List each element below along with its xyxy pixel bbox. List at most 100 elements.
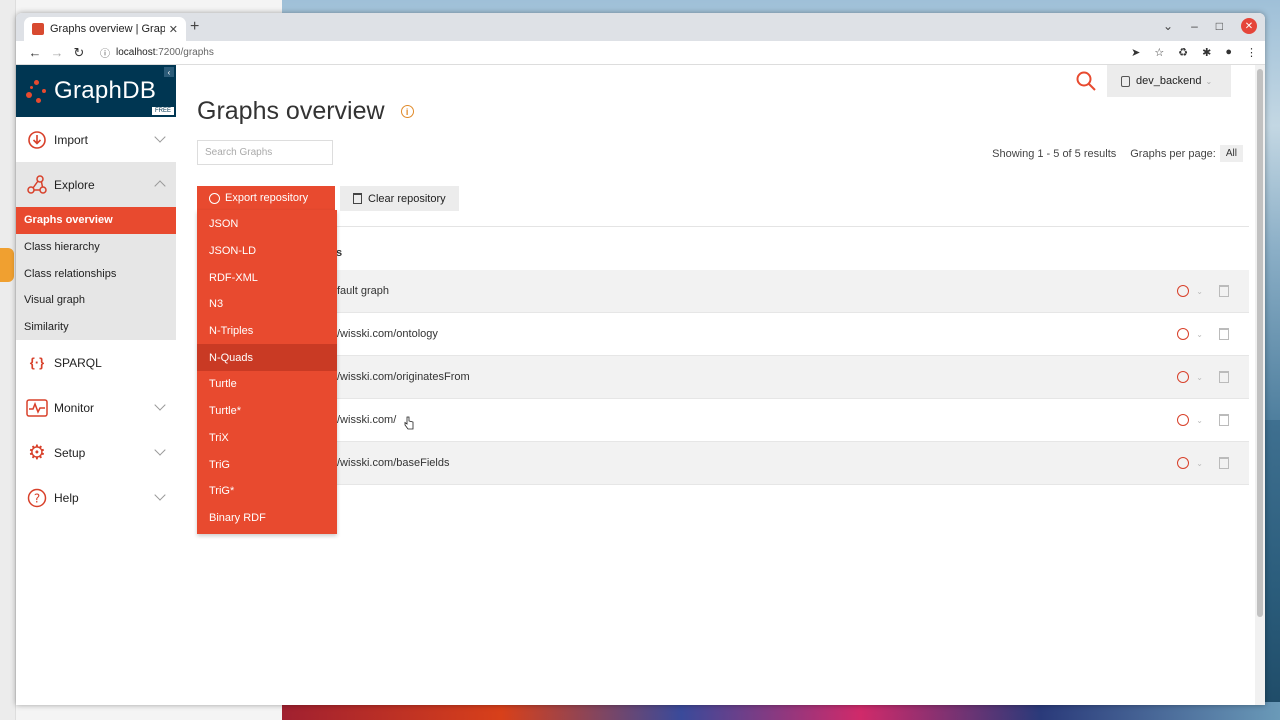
- table-row[interactable]: /wisski.com/originatesFrom ⌄: [197, 356, 1249, 399]
- search-icon[interactable]: [1075, 70, 1097, 92]
- export-graph-icon[interactable]: [1177, 285, 1189, 297]
- trash-icon[interactable]: [1219, 371, 1229, 383]
- graph-uri[interactable]: /wisski.com/originatesFrom: [337, 371, 470, 383]
- import-icon: [26, 129, 48, 151]
- repository-selector[interactable]: dev_backend ⌄: [1107, 65, 1231, 97]
- recycle-icon[interactable]: ♻: [1178, 46, 1188, 59]
- chevron-down-icon: [154, 399, 166, 412]
- menu-item-turtle-star[interactable]: Turtle*: [197, 398, 337, 425]
- trash-icon[interactable]: [1219, 328, 1229, 340]
- export-graph-icon[interactable]: [1177, 328, 1189, 340]
- menu-item-n-quads[interactable]: N-Quads: [197, 344, 337, 372]
- export-repository-button[interactable]: Export repository: [197, 186, 335, 210]
- chevron-down-icon: [154, 489, 166, 502]
- edition-badge: FREE: [151, 107, 174, 115]
- table-row[interactable]: /wisski.com/ ⌄: [197, 399, 1249, 442]
- url-path: :7200/graphs: [155, 47, 214, 58]
- sidebar-item-class-hierarchy[interactable]: Class hierarchy: [16, 234, 176, 261]
- per-page-select[interactable]: All: [1219, 145, 1243, 162]
- main-content: dev_backend ⌄ Graphs overview i Showing …: [176, 65, 1265, 705]
- send-icon[interactable]: ➤: [1131, 46, 1140, 59]
- new-tab-button[interactable]: +: [190, 18, 199, 36]
- page-scrollbar[interactable]: [1255, 65, 1265, 705]
- graph-uri[interactable]: fault graph: [337, 285, 389, 297]
- menu-help[interactable]: ? Help: [16, 475, 176, 521]
- chevron-down-icon[interactable]: ⌄: [1196, 416, 1203, 425]
- chevron-down-icon[interactable]: ⌄: [1196, 459, 1203, 468]
- export-graph-icon[interactable]: [1177, 414, 1189, 426]
- browser-toolbar: ← → ↻ ⓘ localhost:7200/graphs ➤ ☆ ♻ ✱ ● …: [16, 41, 1265, 65]
- menu-item-json[interactable]: JSON: [197, 211, 337, 238]
- graph-uri[interactable]: /wisski.com/baseFields: [337, 457, 449, 469]
- menu-item-json-ld[interactable]: JSON-LD: [197, 238, 337, 265]
- info-icon[interactable]: i: [400, 105, 414, 118]
- chevron-down-icon[interactable]: ⌄: [1196, 330, 1203, 339]
- sidebar-item-similarity[interactable]: Similarity: [16, 314, 176, 341]
- tab-search-icon[interactable]: ⌄: [1163, 19, 1173, 33]
- trash-icon: [353, 193, 362, 204]
- chevron-down-icon[interactable]: ⌄: [1196, 373, 1203, 382]
- clear-repository-button[interactable]: Clear repository: [340, 186, 459, 211]
- menu-explore-label: Explore: [54, 177, 95, 192]
- export-graph-icon[interactable]: [1177, 371, 1189, 383]
- menu-setup[interactable]: ⚙ Setup: [16, 430, 176, 476]
- trash-icon[interactable]: [1219, 457, 1229, 469]
- tab-title: Graphs overview | GraphDB: [50, 23, 165, 35]
- menu-item-trig[interactable]: TriG: [197, 451, 337, 478]
- menu-import[interactable]: Import: [16, 117, 176, 162]
- address-bar[interactable]: ⓘ localhost:7200/graphs: [100, 45, 1131, 60]
- profile-icon[interactable]: ●: [1225, 46, 1232, 59]
- sidebar-item-graphs-overview[interactable]: Graphs overview: [16, 207, 176, 234]
- menu-sparql[interactable]: {·} SPARQL: [16, 340, 176, 386]
- collapse-sidebar-icon[interactable]: ‹: [164, 67, 174, 77]
- explore-submenu: Graphs overview Class hierarchy Class re…: [16, 207, 176, 341]
- menu-sparql-label: SPARQL: [54, 355, 102, 370]
- bookmark-star-icon[interactable]: ☆: [1154, 46, 1164, 59]
- menu-help-label: Help: [54, 490, 79, 505]
- graphdb-logo[interactable]: GraphDB FREE ‹: [16, 65, 176, 117]
- reload-icon[interactable]: ↻: [68, 45, 90, 61]
- trash-icon[interactable]: [1219, 414, 1229, 426]
- export-icon: [209, 192, 220, 204]
- export-graph-icon[interactable]: [1177, 457, 1189, 469]
- search-graphs-input[interactable]: [197, 140, 333, 165]
- background-window-strip: [0, 0, 16, 720]
- back-icon[interactable]: ←: [24, 45, 46, 60]
- sidebar-item-visual-graph[interactable]: Visual graph: [16, 287, 176, 314]
- menu-explore[interactable]: Explore: [16, 162, 176, 207]
- graph-uri[interactable]: /wisski.com/: [337, 414, 396, 426]
- table-row[interactable]: fault graph ⌄: [197, 270, 1249, 313]
- scrollbar-thumb[interactable]: [1257, 69, 1263, 617]
- menu-item-turtle[interactable]: Turtle: [197, 371, 337, 398]
- browser-tab[interactable]: Graphs overview | GraphDB ✕: [24, 17, 186, 41]
- close-tab-icon[interactable]: ✕: [169, 23, 178, 36]
- sidebar: GraphDB FREE ‹ Import Explore Graphs ove: [16, 65, 176, 521]
- graphdb-molecule-icon: [24, 76, 50, 106]
- menu-monitor[interactable]: Monitor: [16, 385, 176, 431]
- menu-item-n-triples[interactable]: N-Triples: [197, 318, 337, 345]
- menu-monitor-label: Monitor: [54, 400, 95, 415]
- menu-item-rdf-xml[interactable]: RDF-XML: [197, 264, 337, 291]
- graph-uri[interactable]: /wisski.com/ontology: [337, 328, 438, 340]
- svg-text:?: ?: [34, 491, 40, 505]
- minimize-icon[interactable]: –: [1191, 19, 1198, 33]
- database-icon: [1121, 75, 1130, 87]
- chevron-down-icon[interactable]: ⌄: [1196, 287, 1203, 296]
- site-info-icon[interactable]: ⓘ: [100, 45, 110, 60]
- close-window-icon[interactable]: ✕: [1241, 18, 1257, 34]
- extensions-icon[interactable]: ✱: [1202, 46, 1211, 59]
- menu-item-trig-star[interactable]: TriG*: [197, 478, 337, 505]
- menu-item-trix[interactable]: TriX: [197, 425, 337, 452]
- menu-kebab-icon[interactable]: ⋮: [1246, 46, 1257, 59]
- trash-icon[interactable]: [1219, 285, 1229, 297]
- chevron-up-icon: [154, 180, 166, 192]
- menu-item-binary-rdf[interactable]: Binary RDF: [197, 505, 337, 532]
- divider: [197, 226, 1249, 227]
- clear-repository-label: Clear repository: [368, 192, 446, 205]
- forward-icon[interactable]: →: [46, 45, 68, 60]
- menu-item-n3[interactable]: N3: [197, 291, 337, 318]
- table-row[interactable]: /wisski.com/baseFields ⌄: [197, 442, 1249, 485]
- maximize-icon[interactable]: □: [1216, 19, 1223, 33]
- table-row[interactable]: /wisski.com/ontology ⌄: [197, 313, 1249, 356]
- sidebar-item-class-relationships[interactable]: Class relationships: [16, 260, 176, 287]
